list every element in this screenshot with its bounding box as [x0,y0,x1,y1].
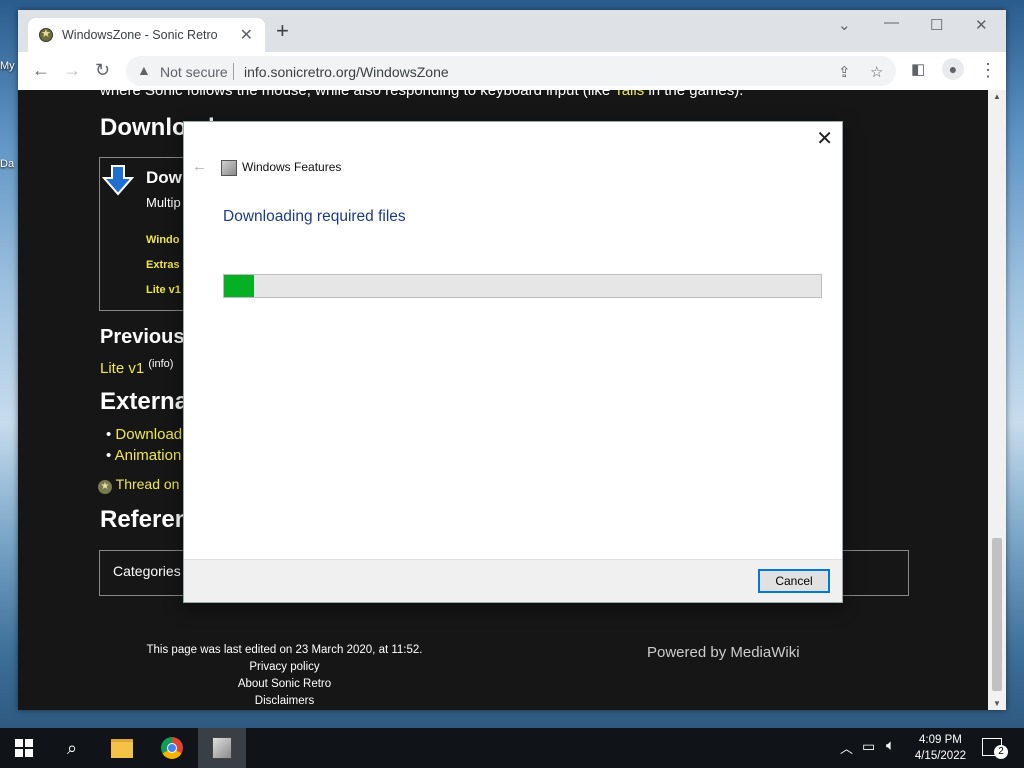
show-hidden-icons-chevron-icon[interactable]: ︿ [840,738,853,757]
tab-bar: WindowsZone - Sonic Retro ✕ + ⌄ — ☐ ✕ [18,10,1006,52]
box-link-windows[interactable]: Windo [146,234,180,246]
sonic-retro-icon: ★ [98,480,112,494]
about-link[interactable]: About Sonic Retro [118,676,451,693]
taskbar: ⌕ ︿ ▭ 🔈︎ 4:09 PM 4/15/2022 2 [0,728,1024,768]
external-list: • Download • Animation [106,426,182,464]
windows-features-icon [221,160,237,176]
external-heading: Externa [100,388,189,415]
thread-link[interactable]: Thread on [116,476,180,492]
site-favicon-icon [39,27,53,42]
windows-features-taskbar-icon[interactable] [198,728,246,768]
minimize-button[interactable]: — [884,14,899,31]
address-divider [233,63,234,80]
lite-link[interactable]: Lite v1 [100,360,144,377]
volume-icon[interactable]: 🔈︎ [886,737,895,754]
tab-close-icon[interactable]: ✕ [240,25,253,45]
references-heading: Referen [100,506,190,533]
bookmark-star-icon[interactable]: ☆ [870,63,883,81]
page-footer: This page was last edited on 23 March 20… [118,642,451,710]
taskbar-clock[interactable]: 4:09 PM 4/15/2022 [915,732,966,764]
not-secure-label[interactable]: Not secure [160,64,228,80]
dialog-close-icon[interactable]: ✕ [816,126,833,151]
start-button[interactable] [0,728,48,768]
box-title: Dow [146,168,182,187]
animation-link[interactable]: Animation [115,447,182,464]
intro-paragraph: where Sonic follows the mouse, while als… [100,90,743,99]
download-progress-bar [223,274,822,298]
browser-tab[interactable]: WindowsZone - Sonic Retro ✕ [28,18,265,52]
menu-kebab-icon[interactable]: ⋮ [979,60,997,80]
thread-row: ★ Thread on [98,476,179,494]
categories-label[interactable]: Categories [113,563,181,579]
progress-fill [224,275,254,297]
dialog-heading: Downloading required files [223,208,406,225]
scroll-down-icon[interactable]: ▼ [993,699,1001,708]
maximize-button[interactable]: ☐ [930,16,943,34]
clock-date: 4/15/2022 [914,750,966,762]
desktop-icon-label[interactable]: My [0,60,15,72]
clock-time: 4:09 PM [919,734,962,746]
share-icon[interactable]: ⇪ [838,63,851,81]
cancel-button[interactable]: Cancel [758,569,830,593]
page-scrollbar[interactable]: ▲ ▼ [988,90,1006,710]
windows-features-dialog: ✕ ← Windows Features Downloading require… [183,121,843,603]
disclaimers-link[interactable]: Disclaimers [118,693,451,710]
privacy-link[interactable]: Privacy policy [118,659,451,676]
download-arrow-icon [102,165,134,196]
lite-row: Lite v1 (info) [100,358,173,377]
box-link-extras[interactable]: Extras [146,259,180,271]
intro-text-end: in the games). [644,90,744,99]
info-link[interactable]: (info) [148,358,173,370]
reload-icon[interactable]: ↻ [95,60,110,80]
dialog-title: Windows Features [242,160,342,174]
close-window-button[interactable]: ✕ [975,16,988,34]
file-explorer-icon[interactable] [98,728,146,768]
notification-count-badge: 2 [994,745,1008,759]
network-icon[interactable]: ▭ [862,738,875,755]
tails-link[interactable]: Tails [614,90,644,99]
dialog-footer: Cancel [184,559,842,602]
forward-arrow-icon[interactable]: → [63,60,81,80]
warning-triangle-icon[interactable]: ▲ [137,62,151,78]
last-edited-text: This page was last edited on 23 March 20… [146,644,423,656]
notifications-icon[interactable]: 2 [982,738,1008,759]
chrome-icon[interactable] [148,728,196,768]
list-item: • Animation [106,447,182,464]
box-link-lite[interactable]: Lite v1 [146,284,181,296]
previous-heading: Previous [100,326,185,348]
side-panel-icon[interactable]: ◧ [911,60,925,80]
url-text[interactable]: info.sonicretro.org/WindowsZone [244,64,449,80]
scrollbar-thumb[interactable] [992,538,1002,691]
desktop-icon-label[interactable]: Da [0,158,14,170]
scroll-up-icon[interactable]: ▲ [993,92,1001,101]
download-link[interactable]: Download [115,426,182,443]
powered-by-mediawiki[interactable]: Powered by MediaWiki [647,644,800,661]
windows-logo-icon [15,739,33,757]
box-subtitle: Multip [146,195,181,210]
tab-title: WindowsZone - Sonic Retro [62,28,218,42]
address-bar[interactable]: ▲ Not secure info.sonicretro.org/Windows… [126,56,896,86]
browser-toolbar: ← → ↻ ▲ Not secure info.sonicretro.org/W… [18,52,1006,91]
search-icon[interactable]: ⌕ [48,728,96,768]
back-arrow-icon[interactable]: ← [32,60,50,80]
tab-search-icon[interactable]: ⌄ [838,16,851,34]
intro-text: where Sonic follows the mouse, while als… [100,90,615,99]
new-tab-button[interactable]: + [276,20,289,42]
dialog-back-arrow-icon[interactable]: ← [192,158,207,175]
list-item: • Download [106,426,183,443]
profile-avatar-icon[interactable]: ● [942,58,964,80]
